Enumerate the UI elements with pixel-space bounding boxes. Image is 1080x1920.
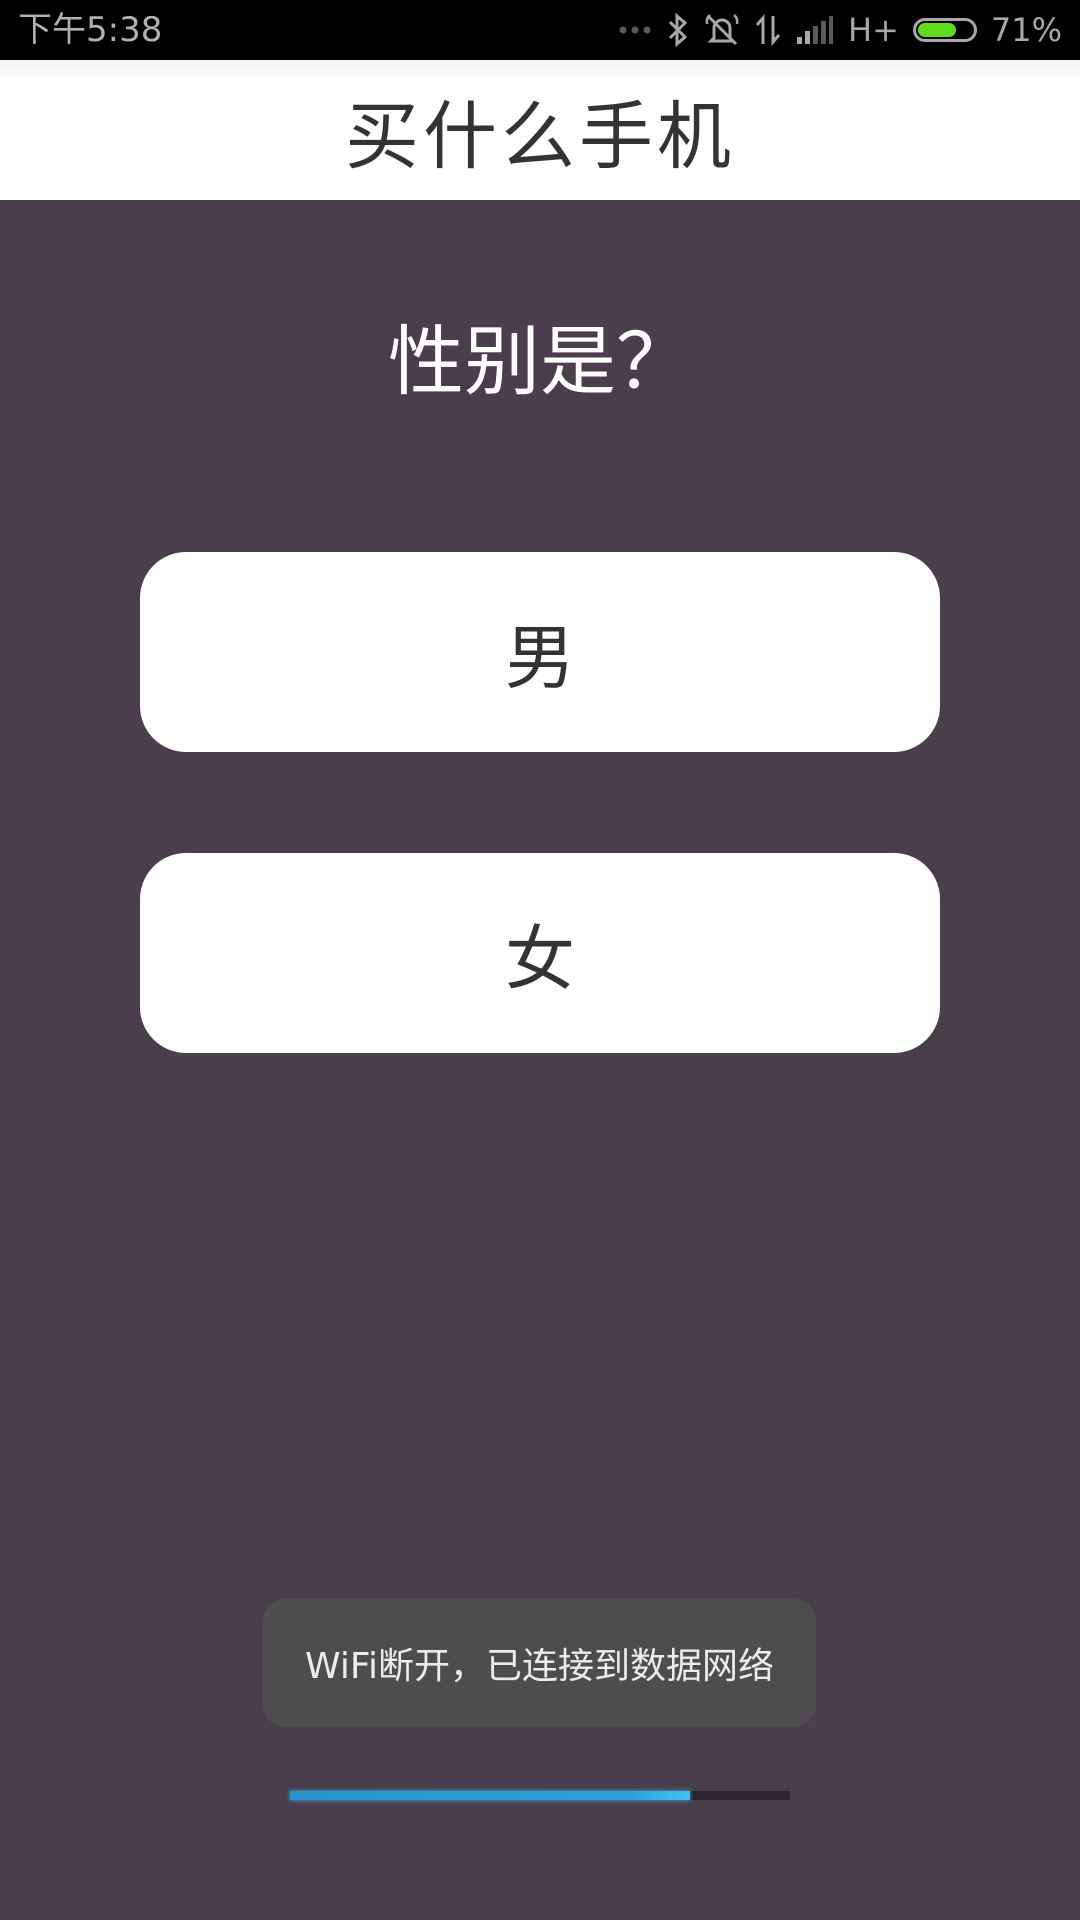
page-title: 买什么手机	[345, 93, 735, 180]
toast-message: WiFi断开，已连接到数据网络	[263, 1599, 816, 1727]
signal-icon	[796, 15, 834, 45]
status-icons: H+ 71%	[618, 0, 1062, 60]
battery-icon	[912, 18, 977, 42]
status-bar: 下午5:38 H+ 71%	[0, 0, 1080, 60]
status-time: 下午5:38	[18, 10, 163, 50]
more-dots-icon	[618, 25, 652, 35]
progress-fill	[290, 1791, 690, 1800]
screen: 下午5:38 H+ 71% 买什么手机 性别是？ 男 女 WiFi断开，已连接到…	[0, 0, 1080, 1920]
toast-text: WiFi断开，已连接到数据网络	[305, 1646, 774, 1687]
battery	[912, 18, 977, 42]
alarm-off-icon	[704, 12, 740, 48]
app-header: 买什么手机	[0, 60, 1080, 200]
network-type: H+	[848, 11, 899, 49]
bluetooth-icon	[666, 13, 690, 47]
battery-percent: 71%	[990, 11, 1062, 49]
data-transfer-icon	[754, 14, 782, 46]
battery-fill	[917, 23, 957, 37]
male-option-button[interactable]: 男	[140, 552, 940, 752]
question-text: 性别是？	[388, 317, 692, 406]
progress-bar	[290, 1791, 790, 1800]
female-option-button[interactable]: 女	[140, 853, 940, 1053]
